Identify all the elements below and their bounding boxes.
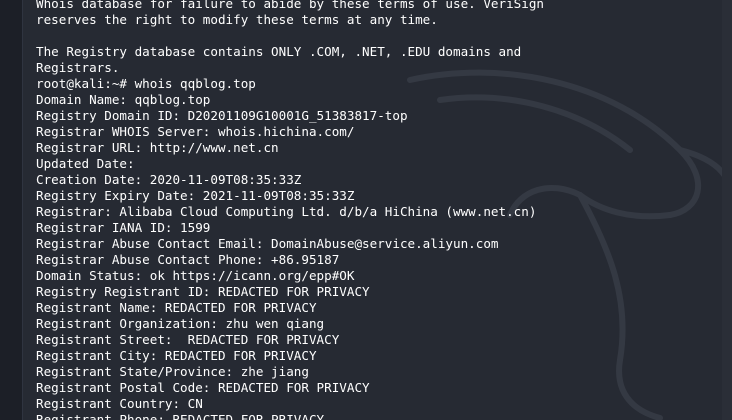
terminal-line: Registry Domain ID: D20201109G10001G_513…	[36, 108, 408, 123]
terminal-line: Registrant Phone: REDACTED FOR PRIVACY	[36, 412, 325, 420]
terminal-scrollbar[interactable]	[722, 0, 732, 420]
terminal-line: Registrant Name: REDACTED FOR PRIVACY	[36, 300, 317, 315]
terminal-window: Whois database for failure to abide by t…	[0, 0, 732, 420]
terminal-line: Domain Status: ok https://icann.org/epp#…	[36, 268, 355, 283]
terminal-line: Creation Date: 2020-11-09T08:35:33Z	[36, 172, 302, 187]
terminal-line: Registry Expiry Date: 2021-11-09T08:35:3…	[36, 188, 355, 203]
terminal-line: Registrar WHOIS Server: whois.hichina.co…	[36, 124, 355, 139]
command-prompt-line: root@kali:~# whois qqblog.top	[36, 76, 256, 91]
terminal-line: Registry Registrant ID: REDACTED FOR PRI…	[36, 284, 370, 299]
terminal-line: Registrant Street: REDACTED FOR PRIVACY	[36, 332, 340, 347]
terminal-line: Registrar Abuse Contact Phone: +86.95187	[36, 252, 340, 267]
window-left-edge	[0, 0, 23, 420]
terminal-line: Registrant Postal Code: REDACTED FOR PRI…	[36, 380, 370, 395]
terminal-line: Registrant Country: CN	[36, 396, 203, 411]
terminal-line: Registrar IANA ID: 1599	[36, 220, 211, 235]
terminal-line: Registrar: Alibaba Cloud Computing Ltd. …	[36, 204, 537, 219]
terminal-line: Updated Date:	[36, 156, 135, 171]
terminal-line: Whois database for failure to abide by t…	[36, 0, 544, 11]
terminal-line: Registrant City: REDACTED FOR PRIVACY	[36, 348, 317, 363]
terminal-line: Registrar URL: http://www.net.cn	[36, 140, 279, 155]
terminal-output[interactable]: Whois database for failure to abide by t…	[36, 0, 720, 420]
terminal-line: Registrant State/Province: zhe jiang	[36, 364, 309, 379]
terminal-line: Domain Name: qqblog.top	[36, 92, 211, 107]
terminal-line: Registrant Organization: zhu wen qiang	[36, 316, 325, 331]
terminal-line: The Registry database contains ONLY .COM…	[36, 44, 522, 59]
terminal-line: reserves the right to modify these terms…	[36, 12, 438, 27]
terminal-line: Registrars.	[36, 60, 120, 75]
terminal-line: Registrar Abuse Contact Email: DomainAbu…	[36, 236, 499, 251]
